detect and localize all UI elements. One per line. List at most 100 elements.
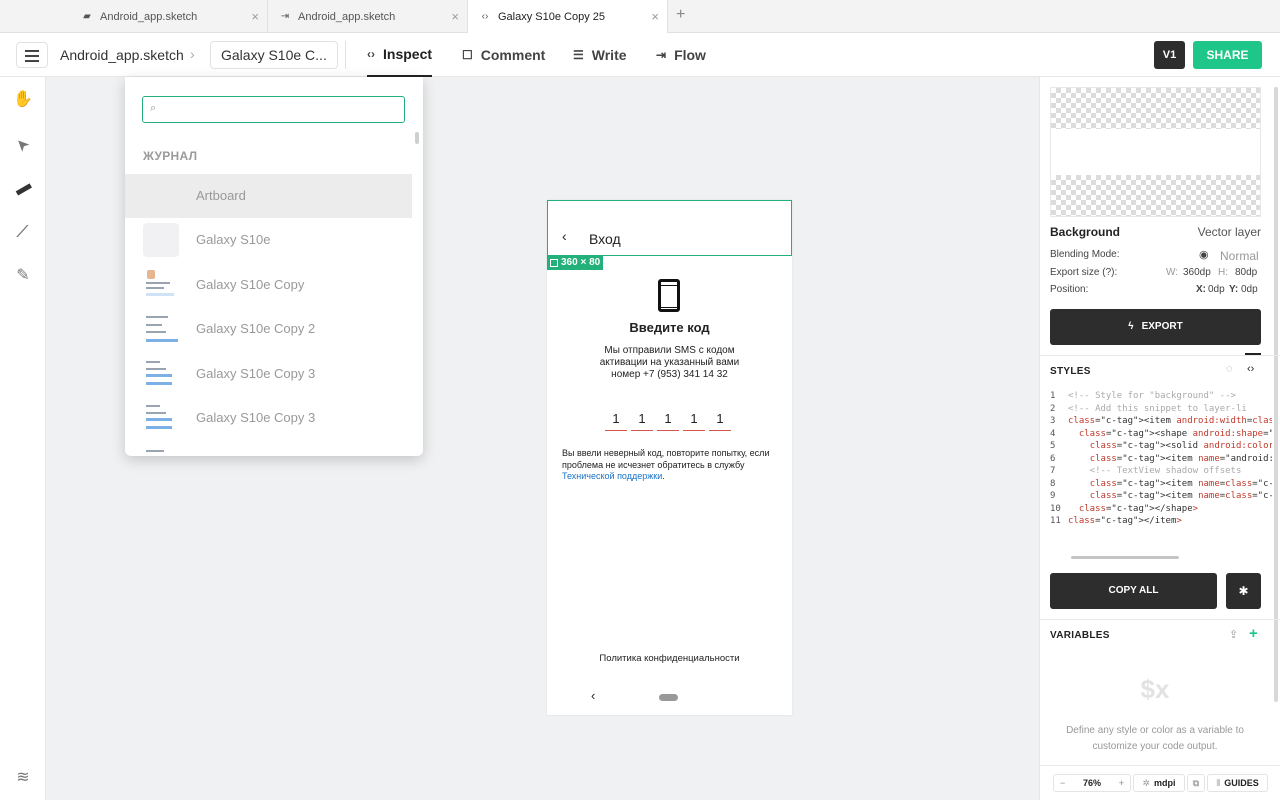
comment-icon: ☐ xyxy=(462,48,473,62)
new-tab-button[interactable]: + xyxy=(676,6,685,24)
density-selector[interactable]: ✲ mdpi xyxy=(1133,774,1185,792)
line-number: 2 xyxy=(1050,403,1056,414)
width-value: 360dp xyxy=(1183,267,1211,278)
pointer-icon[interactable]: ➤ xyxy=(7,128,38,159)
item-label: Artboard xyxy=(196,188,246,203)
settings-icon[interactable]: ✱ xyxy=(1226,573,1261,609)
layer-preview xyxy=(1050,87,1261,217)
code-digit: 1 xyxy=(657,411,679,431)
list-item[interactable]: Galaxy S10e Copy 3 xyxy=(125,352,412,396)
hand-icon[interactable]: ✋ xyxy=(12,89,34,111)
thumbnail xyxy=(143,312,179,346)
list-item[interactable]: Galaxy S10e Copy xyxy=(125,263,412,307)
code-icon: ‹› xyxy=(481,11,489,22)
zoom-out-button[interactable]: − xyxy=(1060,775,1065,791)
ruler-icon[interactable]: ▬ xyxy=(8,173,38,203)
code-text: class="c-tag"></item> xyxy=(1068,516,1182,526)
selected-layer-background[interactable]: ‹ Вход xyxy=(547,200,792,256)
code-line: 9 class="c-tag"><item name=class="c-str"… xyxy=(1050,490,1272,503)
close-icon[interactable]: × xyxy=(451,9,459,24)
blending-label: Blending Mode: xyxy=(1050,249,1120,260)
list-item[interactable]: Artboard xyxy=(125,174,412,218)
zoom-value[interactable]: 76% xyxy=(1083,778,1101,788)
breadcrumb-file[interactable]: Android_app.sketch xyxy=(60,47,184,63)
add-variable-button[interactable]: + xyxy=(1249,625,1258,642)
position-label: Position: xyxy=(1050,284,1089,295)
text-lines-icon: ☰ xyxy=(573,48,584,62)
code-text: class="c-tag"><item name=class="c-str">"… xyxy=(1089,491,1272,501)
page-selector[interactable]: Galaxy S10e C... xyxy=(210,41,338,69)
copy-all-button[interactable]: COPY ALL xyxy=(1050,573,1217,609)
search-field[interactable]: ⌕ xyxy=(142,96,405,123)
code-text: class="c-tag"><item name="android:shadow… xyxy=(1089,453,1272,464)
code-text: <!-- Add this snippet to layer-li xyxy=(1068,403,1247,414)
menu-icon[interactable] xyxy=(16,42,48,68)
list-item[interactable]: Galaxy S10e Copy 3 xyxy=(125,396,412,440)
scrollbar[interactable] xyxy=(415,132,419,144)
code-line: 6 class="c-tag"><item name="android:shad… xyxy=(1050,453,1272,466)
error-text: Вы ввели неверный код, повторите попытку… xyxy=(562,448,787,483)
tab-comment[interactable]: ☐ Comment xyxy=(462,33,545,77)
line-number: 8 xyxy=(1050,478,1056,489)
code-digit: 1 xyxy=(631,411,653,431)
preview-icon[interactable]: ◌ xyxy=(1226,363,1233,375)
layers-icon[interactable]: ≋ xyxy=(12,767,34,789)
code-line: 3 class="c-tag"><item android:width=class… xyxy=(1050,415,1272,428)
list-item[interactable]: Galaxy S10e Copy 2 xyxy=(125,307,412,351)
close-icon[interactable]: × xyxy=(651,9,659,24)
layer-name: Background xyxy=(1050,225,1121,239)
export-button[interactable]: ϟ EXPORT xyxy=(1050,309,1261,345)
version-button[interactable]: V1 xyxy=(1154,41,1185,69)
width-label: W: xyxy=(1166,267,1179,278)
share-button[interactable]: SHARE xyxy=(1193,41,1262,69)
mode-label: Write xyxy=(591,47,627,63)
tab-label: Android_app.sketch xyxy=(100,10,198,23)
folder-icon: ▰ xyxy=(83,11,91,22)
tab-inspect[interactable]: ‹› Inspect xyxy=(367,33,433,77)
code-icon[interactable]: ‹› xyxy=(1247,363,1254,375)
horizontal-scrollbar[interactable] xyxy=(1071,556,1179,559)
divider xyxy=(345,41,346,69)
copy-icon[interactable]: ⧉ xyxy=(1187,774,1205,792)
x-value: 0dp xyxy=(1208,284,1225,295)
code-line: 8 class="c-tag"><item name=class="c-str"… xyxy=(1050,478,1272,491)
privacy-policy: Политика конфиденциальности xyxy=(599,653,740,664)
tab-android-app-1[interactable]: ▰ Android_app.sketch × xyxy=(70,0,268,33)
inspect-panel: Background Vector layer Blending Mode: ◉… xyxy=(1039,77,1280,800)
code-line: 4 class="c-tag"><shape android:shape="re… xyxy=(1050,428,1272,441)
code-icon: ‹› xyxy=(367,47,375,61)
thumbnail xyxy=(143,401,179,435)
transparency-pattern xyxy=(1051,88,1260,129)
code-digit: 1 xyxy=(605,411,627,431)
eyedropper-icon[interactable]: ⁄ xyxy=(10,219,35,244)
toolbar: Android_app.sketch › Galaxy S10e C... ‹›… xyxy=(0,33,1280,77)
scrollbar[interactable] xyxy=(1274,87,1278,702)
list-item[interactable] xyxy=(125,441,412,456)
zoom-in-button[interactable]: + xyxy=(1119,775,1124,791)
list-item[interactable]: Galaxy S10e xyxy=(125,218,412,262)
code-text: class="c-tag"><shape android:shape="rect… xyxy=(1078,428,1272,439)
artboard-switcher-dropdown: ⌕ ЖУРНАЛ Artboard Galaxy S10e Galaxy S10… xyxy=(125,77,423,456)
tab-flow[interactable]: ⇥ Flow xyxy=(656,33,706,77)
search-input[interactable] xyxy=(165,100,397,119)
zoom-control: − 76% + xyxy=(1053,774,1131,792)
export-size-label: Export size (?): xyxy=(1050,267,1118,278)
line-number: 3 xyxy=(1050,416,1056,426)
close-icon[interactable]: × xyxy=(251,9,259,24)
screen-title: Вход xyxy=(589,231,621,247)
tab-galaxy-copy-25[interactable]: ‹› Galaxy S10e Copy 25 × xyxy=(468,0,668,33)
code-text: class="c-tag"><item name=class="c-str">"… xyxy=(1089,478,1272,489)
tab-write[interactable]: ☰ Write xyxy=(573,33,627,77)
code-block[interactable]: 1 <!-- Style for "background" --> 2 <!-- Ad… xyxy=(1050,390,1272,530)
guides-toggle[interactable]: ⦀ GUIDES xyxy=(1207,774,1268,792)
tab-label: Android_app.sketch xyxy=(298,10,396,23)
thumbnail xyxy=(143,446,179,456)
line-number: 11 xyxy=(1050,516,1061,526)
artboard[interactable]: ‹ Вход 360 × 80 Введите код Мы отправили… xyxy=(547,200,792,715)
panel-drag-indicator xyxy=(1245,353,1261,355)
layer-type: Vector layer xyxy=(1197,225,1261,239)
lightning-icon: ϟ xyxy=(1128,321,1134,332)
pen-icon[interactable]: ✎ xyxy=(12,265,34,287)
tab-android-app-2[interactable]: ⇥ Android_app.sketch × xyxy=(268,0,468,33)
share-icon[interactable]: ⇪ xyxy=(1229,628,1238,641)
